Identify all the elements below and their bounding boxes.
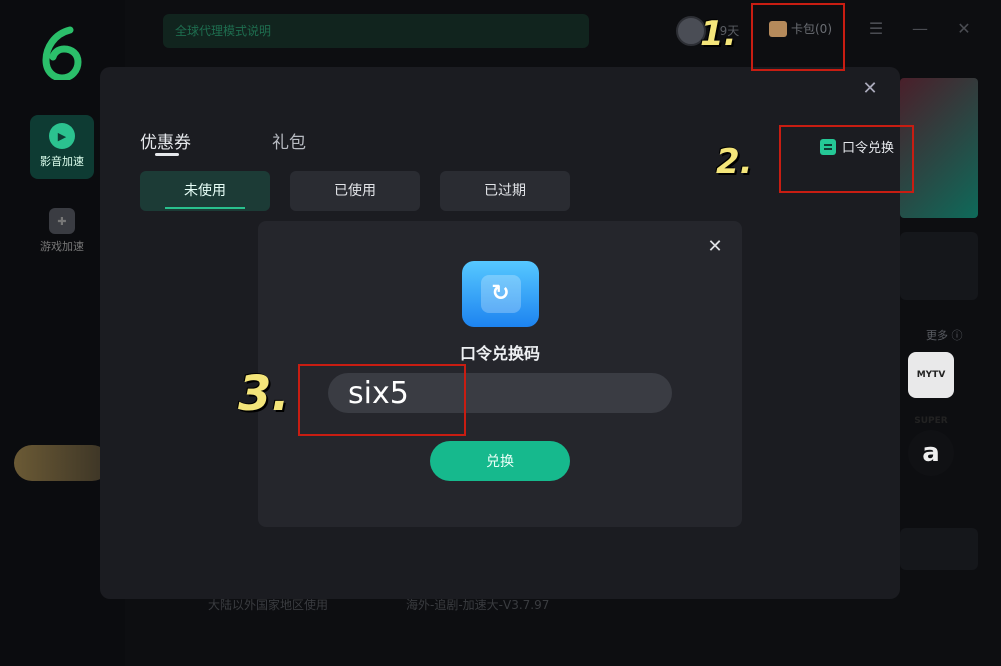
menu-icon[interactable]: ☰ xyxy=(865,18,887,40)
filter-unused[interactable]: 未使用 xyxy=(140,171,270,211)
ticket-icon: ↻ xyxy=(462,261,539,327)
more-label: 更多 xyxy=(926,329,948,342)
vip-pill[interactable] xyxy=(14,445,110,481)
nav-video-label: 影音加速 xyxy=(40,155,84,168)
refresh-icon: ↻ xyxy=(480,275,521,313)
window-close-icon[interactable]: ✕ xyxy=(953,18,975,40)
banner-text: 全球代理模式说明 xyxy=(175,24,272,38)
annotation-number-1: 1. xyxy=(700,14,737,54)
filter-used[interactable]: 已使用 xyxy=(290,171,420,211)
minimize-icon[interactable]: — xyxy=(909,18,931,40)
right-card xyxy=(900,232,978,300)
play-icon: ▶ xyxy=(49,123,75,149)
nav-game-label: 游戏加速 xyxy=(40,240,84,253)
annotation-number-2: 2. xyxy=(716,142,753,182)
right-bottom-card xyxy=(900,528,978,570)
dialog-close-icon[interactable]: ✕ xyxy=(704,236,726,258)
modal-close-icon[interactable]: ✕ xyxy=(859,78,881,100)
app-logo xyxy=(42,26,82,80)
annotation-number-3: 3. xyxy=(238,366,290,422)
tab-coupons[interactable]: 优惠券 xyxy=(140,128,191,153)
nav-video-accel[interactable]: ▶ 影音加速 xyxy=(30,115,94,179)
annotation-box-2 xyxy=(779,125,914,193)
mytv-super-logo[interactable]: MYTV SUPER xyxy=(908,352,954,426)
proxy-mode-banner[interactable]: 全球代理模式说明 xyxy=(163,14,589,48)
tab-gift-packs[interactable]: 礼包 xyxy=(272,128,306,153)
filter-expired[interactable]: 已过期 xyxy=(440,171,570,211)
annotation-box-1 xyxy=(751,3,845,71)
more-link[interactable]: 更多 ⓘ xyxy=(926,327,963,343)
filter-active-indicator xyxy=(165,207,245,209)
nav-game-accel[interactable]: ✚ 游戏加速 xyxy=(30,200,94,264)
amazon-logo[interactable]: a xyxy=(908,430,954,476)
tab-underline xyxy=(155,153,179,156)
gamepad-icon: ✚ xyxy=(49,208,75,234)
dialog-title: 口令兑换码 xyxy=(459,344,540,363)
annotation-box-3 xyxy=(298,364,466,436)
confirm-redeem-button[interactable]: 兑换 xyxy=(430,441,570,481)
